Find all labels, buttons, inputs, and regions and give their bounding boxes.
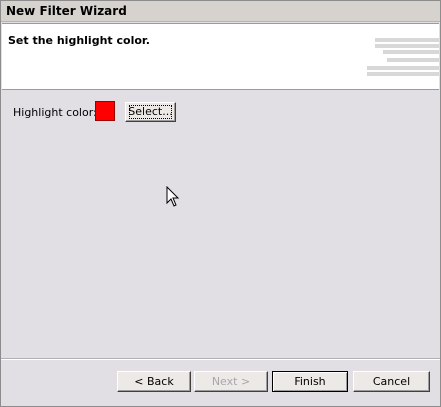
- back-button[interactable]: < Back: [117, 371, 191, 392]
- window-title: New Filter Wizard: [6, 4, 127, 18]
- new-filter-wizard-window: New Filter Wizard Set the highlight colo…: [0, 0, 441, 407]
- select-color-button[interactable]: Select...: [125, 102, 176, 122]
- title-bar: New Filter Wizard: [1, 1, 440, 22]
- finish-button[interactable]: Finish: [272, 371, 348, 392]
- wizard-footer: < Back Next > Finish Cancel: [1, 360, 440, 406]
- next-button[interactable]: Next >: [194, 371, 268, 392]
- banner-stripes-graphic: [367, 38, 439, 86]
- banner-heading: Set the highlight color.: [8, 34, 150, 47]
- arrow-cursor-icon: [166, 186, 180, 207]
- wizard-content: Highlight color: Select...: [1, 91, 440, 356]
- highlight-color-label: Highlight color:: [13, 106, 97, 119]
- cancel-button[interactable]: Cancel: [353, 371, 430, 392]
- wizard-banner: Set the highlight color.: [2, 23, 439, 90]
- highlight-color-swatch: [95, 101, 115, 121]
- focus-rectangle: [129, 105, 172, 119]
